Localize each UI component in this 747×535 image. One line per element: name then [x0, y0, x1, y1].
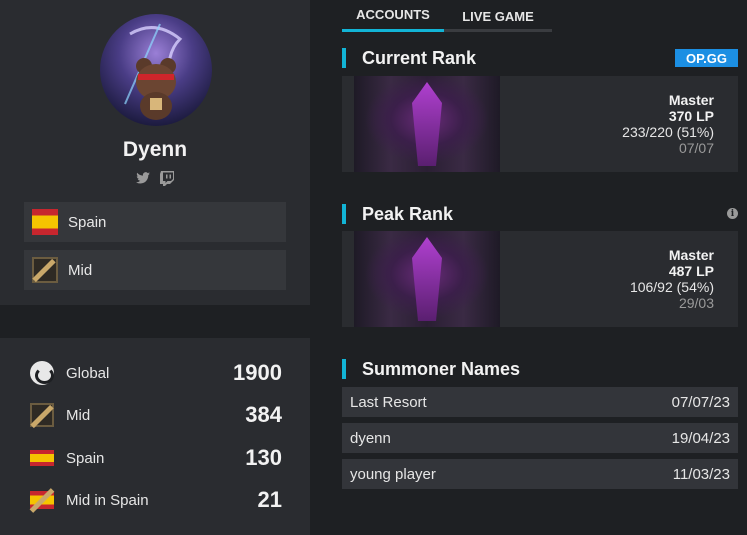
opgg-link-button[interactable]: OP.GG — [675, 49, 738, 67]
peak-rank-details: Master 487 LP 106/92 (54%) 29/03 — [630, 247, 714, 311]
summoner-name: young player — [350, 465, 436, 483]
summoner-names-title: Summoner Names — [342, 357, 520, 381]
mid-spain-icon — [30, 488, 54, 512]
role-row: Mid — [24, 250, 286, 290]
mid-lane-icon — [30, 403, 54, 427]
current-rank-card: Master 370 LP 233/220 (51%) 07/07 — [342, 76, 738, 172]
summoner-name: Last Resort — [350, 393, 427, 411]
player-name: Dyenn — [122, 138, 188, 161]
summoner-name: dyenn — [350, 429, 391, 447]
spain-flag-icon — [30, 450, 54, 466]
current-rank-details: Master 370 LP 233/220 (51%) 07/07 — [622, 92, 714, 156]
ranking-label: Mid in Spain — [66, 491, 149, 509]
profile-panel: Dyenn Spain Mid — [0, 0, 310, 305]
rank-date: 07/07 — [678, 140, 714, 156]
twitter-icon[interactable] — [135, 170, 151, 186]
rank-tier: Master — [668, 92, 714, 108]
summoner-name-row: Last Resort 07/07/23 — [342, 387, 738, 417]
twitch-icon[interactable] — [159, 170, 175, 186]
summoner-name-date: 11/03/23 — [672, 465, 730, 483]
spain-flag-icon — [32, 209, 58, 235]
summoner-name-row: dyenn 19/04/23 — [342, 423, 738, 453]
rank-record: 106/92 (54%) — [629, 279, 714, 295]
role-label: Mid — [68, 261, 93, 279]
profile-tabs: ACCOUNTS LIVE GAME — [342, 0, 552, 32]
globe-icon — [30, 361, 54, 385]
ranking-value: 384 — [245, 402, 282, 427]
rank-lp: 487 LP — [668, 263, 714, 279]
ranking-row-global: Global 1900 — [30, 358, 282, 388]
info-icon[interactable]: i — [727, 208, 738, 219]
country-label: Spain — [68, 213, 107, 231]
rank-tier: Master — [668, 247, 714, 263]
master-rank-emblem-icon — [354, 231, 500, 327]
ranking-value: 130 — [245, 445, 282, 470]
ranking-label: Mid — [66, 406, 91, 424]
ladder-rankings-panel: Global 1900 Mid 384 Spain 130 Mid in Spa… — [0, 338, 310, 535]
ranking-label: Spain — [66, 449, 105, 467]
tab-accounts[interactable]: ACCOUNTS — [342, 0, 444, 32]
country-row: Spain — [24, 202, 286, 242]
peak-rank-card: Master 487 LP 106/92 (54%) 29/03 — [342, 231, 738, 327]
master-rank-emblem-icon — [354, 76, 500, 172]
social-links — [0, 170, 310, 186]
rank-record: 233/220 (51%) — [622, 124, 714, 140]
rank-lp: 370 LP — [668, 108, 714, 124]
ranking-row-spain: Spain 130 — [30, 443, 282, 473]
ranking-label: Global — [66, 364, 110, 382]
current-rank-title: Current Rank — [342, 46, 476, 70]
rank-date: 29/03 — [678, 295, 714, 311]
summoner-name-row: young player 11/03/23 — [342, 459, 738, 489]
ranking-row-mid: Mid 384 — [30, 400, 282, 430]
tab-live-game[interactable]: LIVE GAME — [444, 0, 552, 32]
ranking-value: 1900 — [233, 360, 282, 385]
peak-rank-title: Peak Rank — [342, 202, 453, 226]
avatar-art — [124, 23, 183, 120]
summoner-name-date: 07/07/23 — [671, 393, 730, 411]
player-avatar — [100, 14, 212, 126]
mid-lane-icon — [32, 257, 58, 283]
summoner-name-date: 19/04/23 — [671, 429, 730, 447]
ranking-row-mid-in-spain: Mid in Spain 21 — [30, 485, 282, 515]
ranking-value: 21 — [257, 487, 282, 512]
